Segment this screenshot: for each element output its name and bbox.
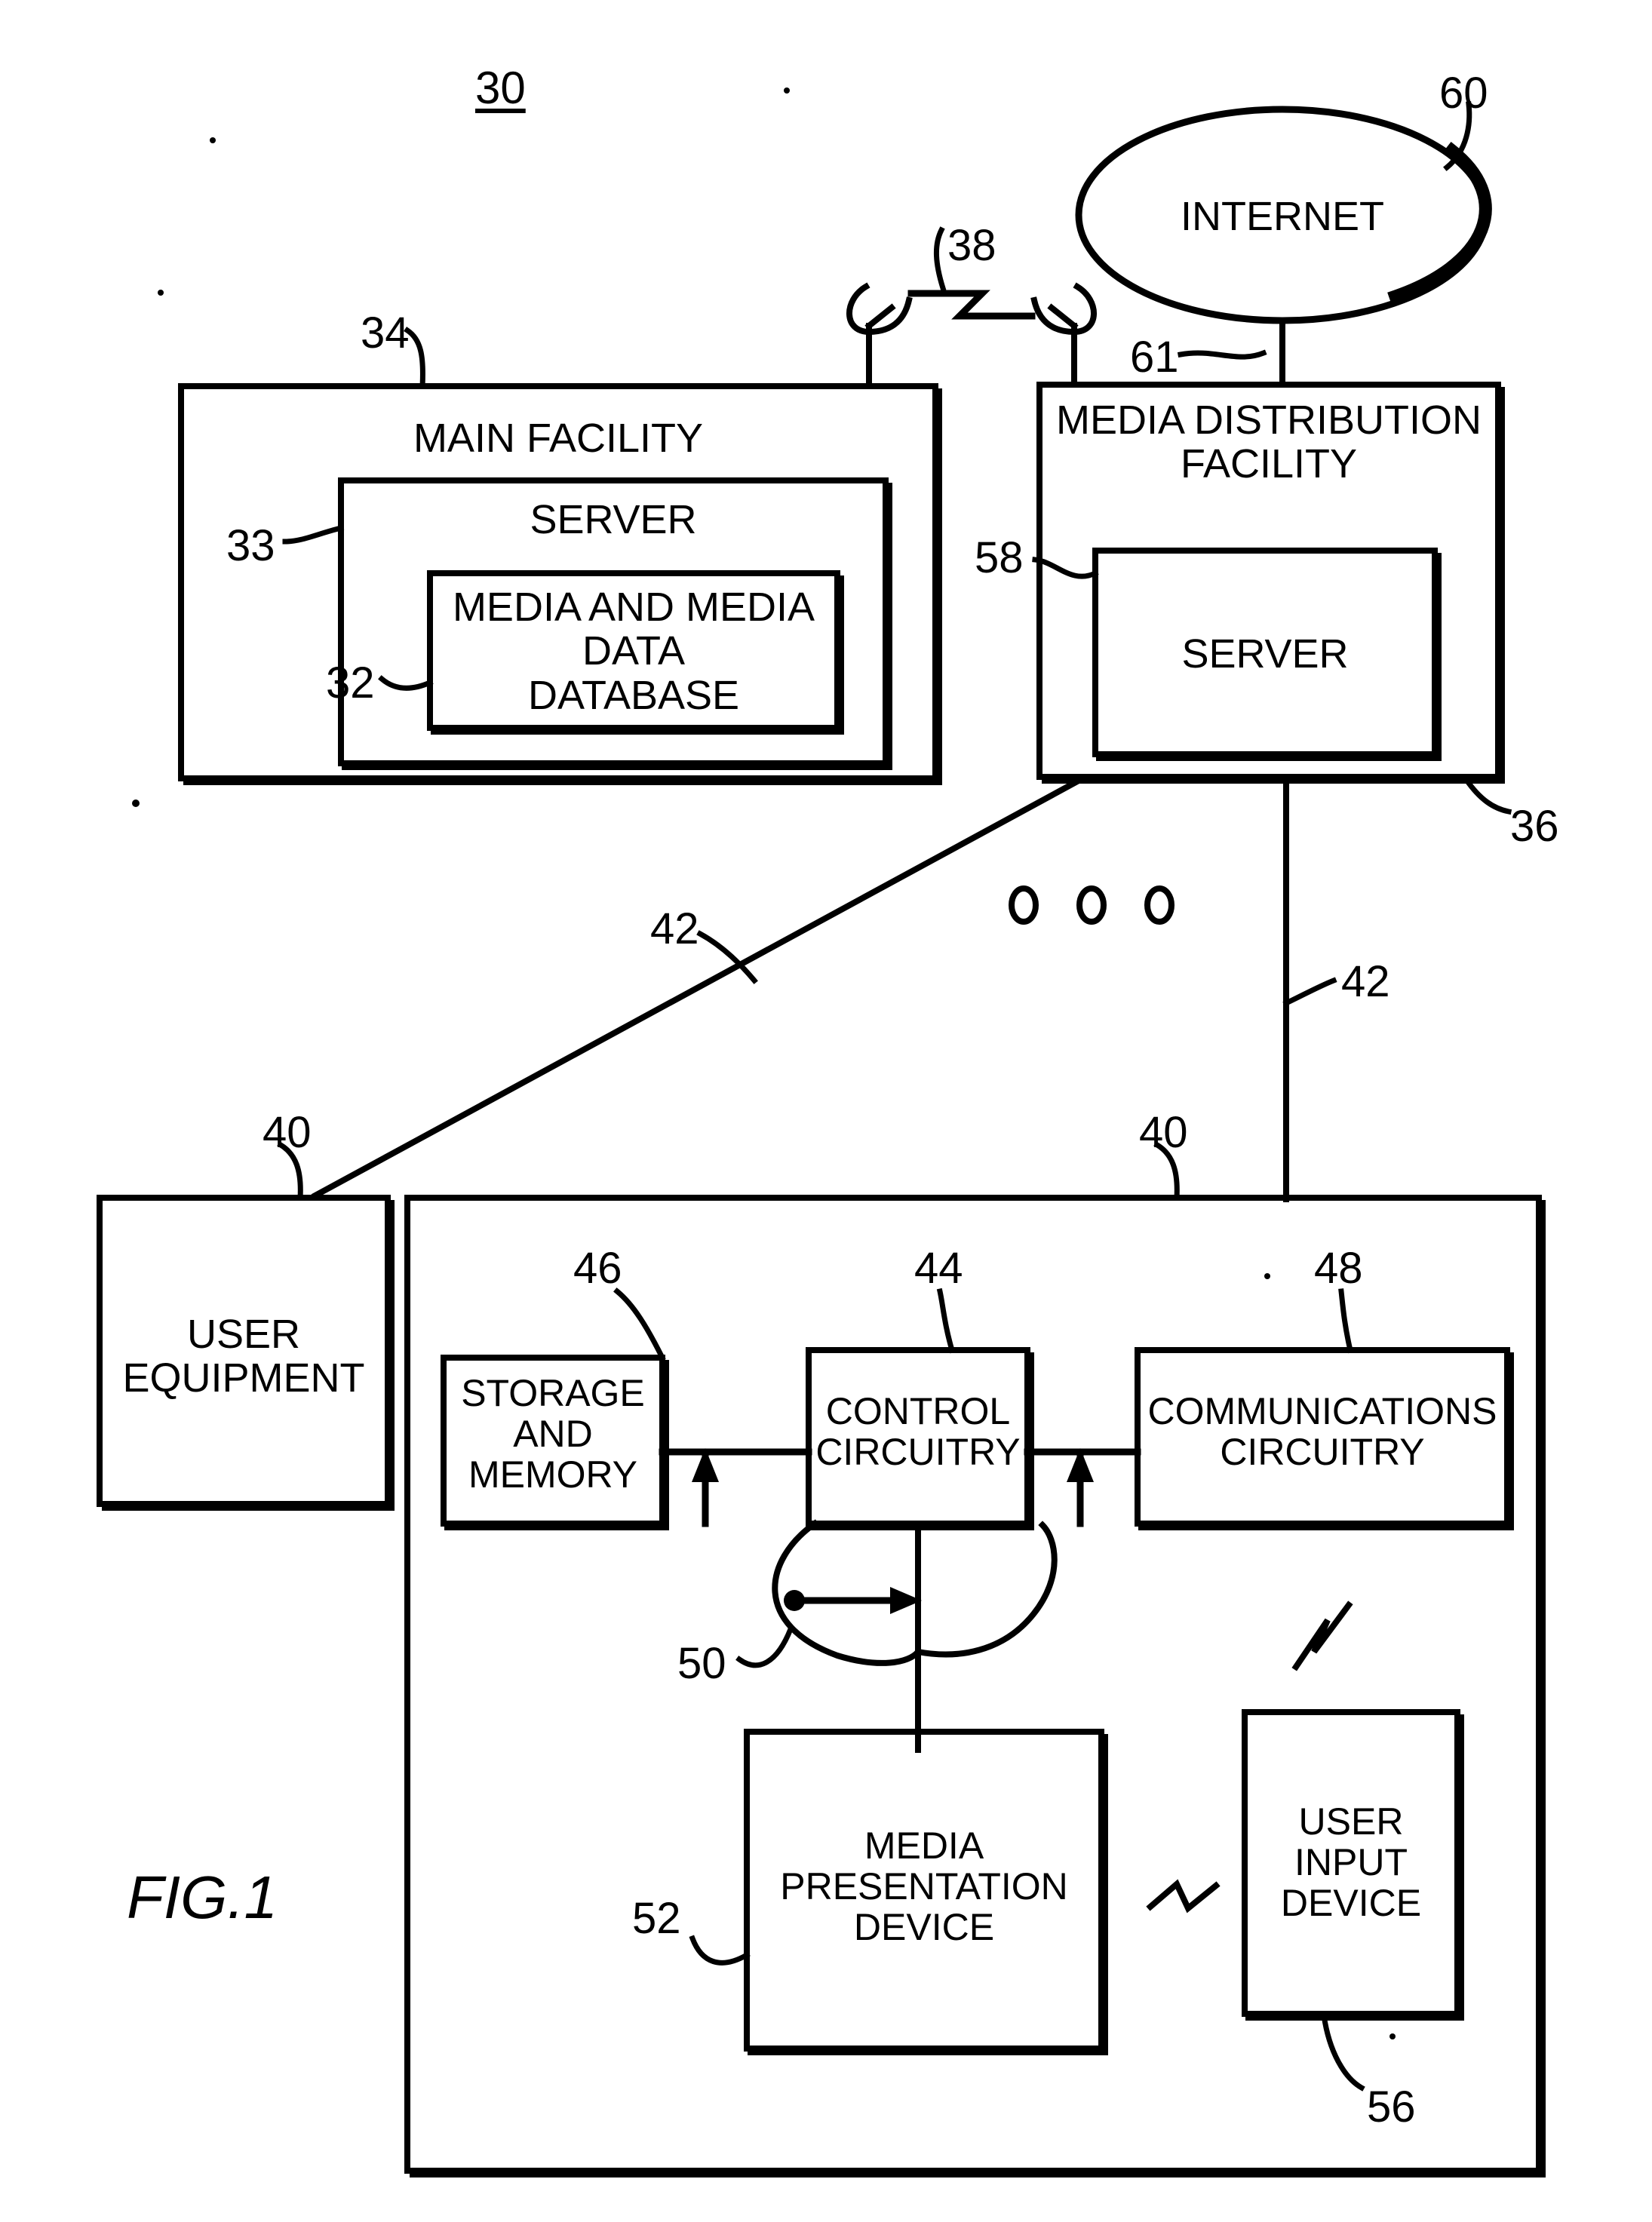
database-label-line2: DATA [582,628,685,674]
user-input-device-label: USER INPUT DEVICE [1245,1801,1457,1923]
comc-label-line1: COMMUNICATIONS [1147,1390,1497,1432]
mpd-label-line1: MEDIA [864,1825,984,1867]
database-label: MEDIA AND MEDIA DATA DATABASE [430,585,837,717]
control-circuitry-label: CONTROL CIRCUITRY [809,1391,1027,1472]
sm-label-line3: MEMORY [468,1453,638,1496]
leader-52 [689,1935,751,1966]
user-equipment-detail-box [404,1195,1542,2174]
user-input-wireless-bolt-icon [1291,1601,1353,1671]
main-server-label: SERVER [530,497,697,542]
ref-40-left: 40 [263,1108,312,1157]
leader-61 [1177,349,1267,360]
ref-56: 56 [1367,2082,1416,2131]
leader-46 [613,1287,666,1361]
internet-label: INTERNET [1181,194,1384,239]
ref-61: 61 [1130,333,1179,382]
leader-42-right [1282,977,1337,1007]
ref-42-right: 42 [1341,957,1390,1006]
bus-arc-right [914,1521,1058,1658]
leader-33 [282,524,345,545]
antenna-right-dish [1030,282,1097,336]
ref-46: 46 [573,1244,622,1293]
leader-44 [936,1287,956,1354]
antenna-left-dish [846,282,913,336]
mpd-label-line3: DEVICE [853,1906,995,1948]
leader-56 [1321,2012,1365,2092]
leader-50 [735,1625,794,1668]
uid-label-line3: DEVICE [1280,1882,1422,1924]
comm-path-42-diagonal [311,776,1083,1200]
ue-label-line1: USER [186,1312,301,1357]
database-label-line3: DATABASE [527,672,740,718]
leader-58 [1032,557,1099,579]
ref-50: 50 [677,1639,726,1688]
sm-label-line1: STORAGE [461,1372,645,1414]
ref-34: 34 [361,308,410,358]
leader-32 [378,675,434,691]
mdf-label-line1: MEDIA DISTRIBUTION [1055,397,1482,443]
leader-48 [1338,1288,1354,1354]
user-equipment-label: USER EQUIPMENT [100,1312,388,1401]
patent-figure-sheet: 30 FIG.1 MAIN FACILITY 34 SERVER 33 MEDI… [0,0,1652,2222]
communications-circuitry-label: COMMUNICATIONS CIRCUITRY [1138,1391,1507,1472]
ref-36: 36 [1510,802,1559,851]
main-facility-label: MAIN FACILITY [413,416,704,461]
cc-label-line1: CONTROL [825,1390,1011,1432]
database-label-line1: MEDIA AND MEDIA [452,585,815,630]
ref-42-left: 42 [650,904,699,953]
media-distribution-facility-label: MEDIA DISTRIBUTION FACILITY [1039,398,1498,486]
ref-44: 44 [914,1244,963,1293]
mdf-label-line2: FACILITY [1180,441,1358,487]
ellipsis-dot-3 [1144,885,1175,925]
uid-label-line2: INPUT [1294,1841,1408,1883]
figure-caption: FIG.1 [127,1864,278,1931]
ref-52: 52 [632,1894,681,1943]
leader-34 [404,327,425,389]
storage-and-memory-label: STORAGE AND MEMORY [444,1373,662,1495]
ref-58: 58 [975,533,1024,582]
ref-60: 60 [1439,69,1488,118]
sm-label-line2: AND [513,1413,593,1455]
cc-label-line2: CIRCUITRY [815,1431,1021,1473]
ellipsis-dot-2 [1076,885,1107,925]
media-presentation-device-label: MEDIA PRESENTATION DEVICE [747,1825,1101,1947]
ref-32: 32 [326,658,375,707]
ellipsis-dot-1 [1009,885,1039,925]
leader-38 [933,226,947,292]
wireless-bolt-icon [907,290,1036,320]
distribution-server-label: SERVER [1181,631,1349,677]
ref-38: 38 [947,221,996,270]
uid-label-line1: USER [1298,1800,1404,1843]
system-reference-number: 30 [475,63,526,113]
ref-48: 48 [1314,1244,1363,1293]
device-link-bolt-icon [1146,1879,1221,1914]
leader-36 [1463,776,1512,815]
ref-40-right: 40 [1139,1108,1188,1157]
ref-33: 33 [226,521,275,570]
comc-label-line2: CIRCUITRY [1220,1431,1425,1473]
ue-label-line2: EQUIPMENT [122,1355,365,1401]
mpd-label-line2: PRESENTATION [780,1865,1068,1907]
